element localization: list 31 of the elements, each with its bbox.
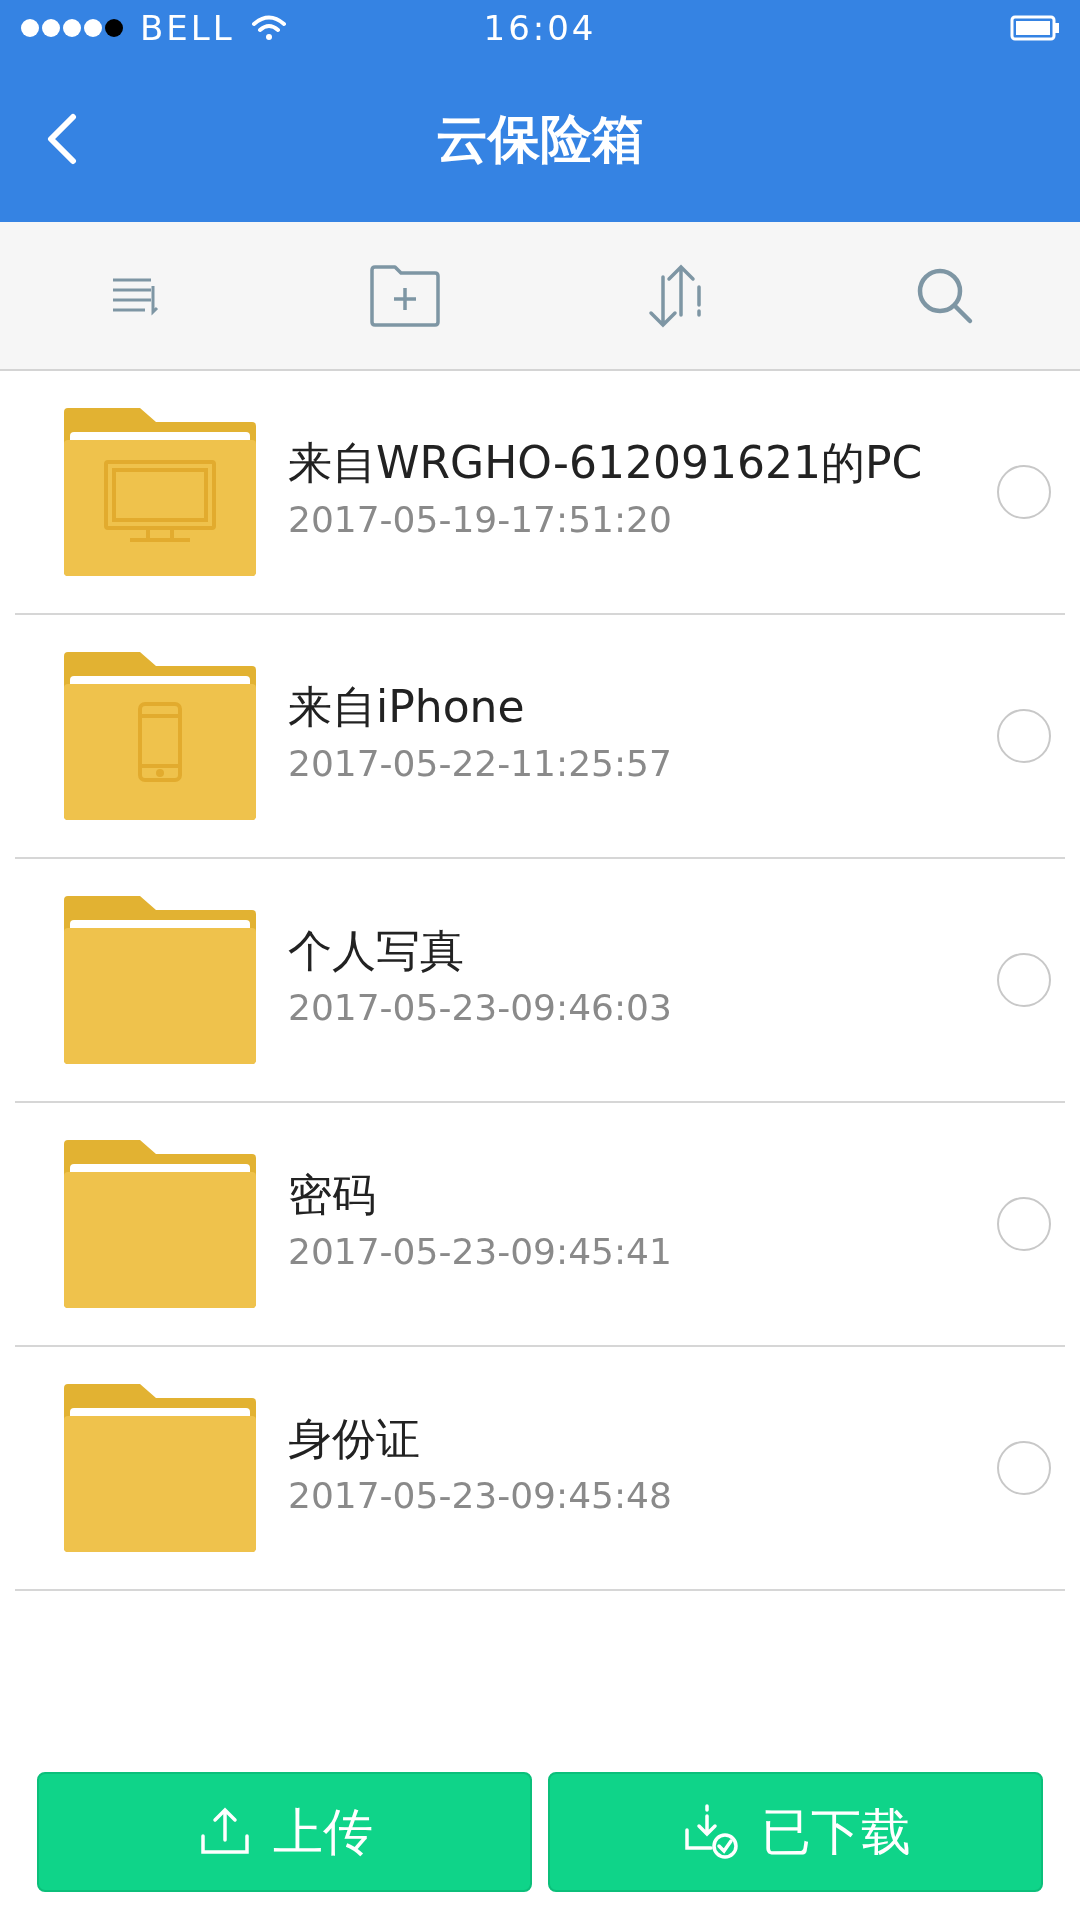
downloaded-button[interactable]: 已下载 [548, 1772, 1043, 1892]
wifi-icon [250, 14, 287, 42]
folder-icon [64, 1140, 256, 1308]
carrier-name: BELL [140, 6, 235, 50]
folder-name: 来自WRGHO-612091621的PC [288, 436, 924, 490]
page-title: 云保险箱 [436, 108, 644, 171]
select-radio[interactable] [997, 465, 1051, 519]
folder-name: 个人写真 [288, 924, 465, 978]
folder-icon [64, 896, 256, 1064]
select-radio[interactable] [997, 1197, 1051, 1251]
add-folder-icon [369, 263, 441, 328]
battery-icon [1010, 15, 1060, 41]
back-icon [47, 113, 77, 165]
signal-icon [20, 18, 124, 38]
select-radio[interactable] [997, 953, 1051, 1007]
folder-name: 来自iPhone [288, 680, 526, 734]
folder-date: 2017-05-22-11:25:57 [288, 742, 673, 787]
clock-time: 16:04 [483, 6, 597, 50]
folder-name: 密码 [288, 1168, 377, 1222]
monitor-folder-icon [64, 408, 256, 576]
folder-date: 2017-05-19-17:51:20 [288, 498, 673, 543]
select-radio[interactable] [997, 1441, 1051, 1495]
select-radio[interactable] [997, 709, 1051, 763]
folder-date: 2017-05-23-09:45:41 [288, 1230, 673, 1275]
folder-date: 2017-05-23-09:46:03 [288, 986, 673, 1031]
folder-icon [64, 1384, 256, 1552]
upload-button[interactable]: 上传 [37, 1772, 532, 1892]
search-icon [916, 266, 974, 325]
folder-date: 2017-05-23-09:45:48 [288, 1474, 673, 1519]
phone-folder-icon [64, 652, 256, 820]
folder-name: 身份证 [288, 1412, 421, 1466]
